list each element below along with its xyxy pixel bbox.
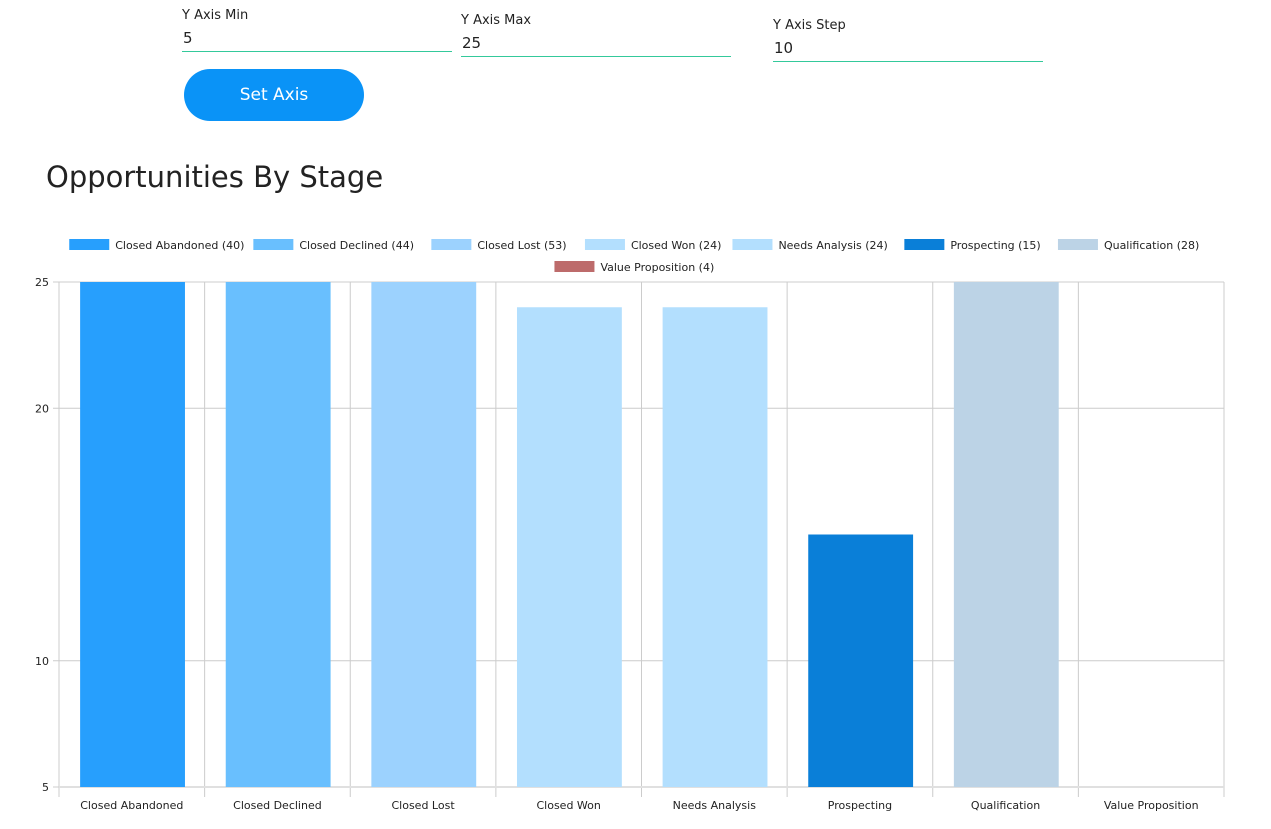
y-axis: 5 10 20 25 [35,276,49,794]
x-tick-label: Closed Declined [233,799,322,812]
set-axis-button[interactable]: Set Axis [184,69,364,121]
y-axis-min-label: Y Axis Min [182,8,249,23]
x-tick-label: Needs Analysis [673,799,757,812]
y-axis-step-input[interactable] [773,37,1043,62]
y-axis-step-field: Y Axis Step [773,18,1043,62]
legend-item[interactable]: Qualification (28) [1057,239,1199,252]
y-tick-label: 25 [35,276,49,289]
legend-item[interactable]: Prospecting (15) [904,239,1041,252]
legend-swatch [1057,239,1098,250]
x-axis: Closed Abandoned Closed Declined Closed Lo… [80,799,1198,812]
legend-item[interactable]: Closed Abandoned (40) [69,239,244,252]
y-axis-min-input[interactable] [182,27,452,52]
x-tick-label: Closed Abandoned [80,799,183,812]
x-tick-label: Value Proposition [1104,799,1199,812]
legend-label: Closed Lost (53) [477,239,566,252]
legend-label: Prospecting (15) [950,239,1040,252]
legend-label: Needs Analysis (24) [778,239,887,252]
bar-closed-declined[interactable] [225,282,331,787]
bar-qualification[interactable] [953,282,1059,787]
y-axis-step-label: Y Axis Step [773,18,846,33]
legend-label: Closed Declined (44) [299,239,414,252]
y-tick-label: 20 [35,402,49,415]
legend-item[interactable]: Value Proposition (4) [554,261,714,274]
bar-prospecting[interactable] [808,534,914,788]
legend-label: Value Proposition (4) [600,261,714,274]
legend-swatch [904,239,945,250]
x-tick-label: Prospecting [828,799,892,812]
chart-legend: Closed Abandoned (40) Closed Declined (44… [69,239,1199,274]
legend-item[interactable]: Needs Analysis (24) [732,239,888,252]
chart-title: Opportunities By Stage [46,160,384,194]
bar-needs-analysis[interactable] [662,307,768,787]
legend-item[interactable]: Closed Lost (53) [431,239,567,252]
y-tick-label: 10 [35,655,49,668]
y-tick-label: 5 [42,781,49,794]
y-axis-max-field: Y Axis Max [461,13,731,57]
y-axis-max-label: Y Axis Max [461,13,532,28]
legend-swatch [431,239,472,250]
x-tick-label: Closed Lost [391,799,455,812]
bar-closed-lost[interactable] [371,282,477,787]
legend-label: Closed Won (24) [631,239,721,252]
legend-label: Closed Abandoned (40) [115,239,244,252]
bar-closed-abandoned[interactable] [80,282,185,787]
bar-chart: Closed Abandoned (40) Closed Declined (44… [35,239,1225,812]
x-tick-label: Closed Won [536,799,600,812]
legend-swatch [732,239,773,250]
bar-closed-won[interactable] [516,307,622,787]
y-axis-min-field: Y Axis Min [182,8,452,52]
y-axis-max-input[interactable] [461,32,731,57]
chart-bars [80,282,1059,787]
legend-swatch [554,261,595,272]
legend-item[interactable]: Closed Won (24) [584,239,721,252]
legend-swatch [584,239,625,250]
legend-item[interactable]: Closed Declined (44) [253,239,414,252]
x-tick-label: Qualification [971,799,1040,812]
legend-label: Qualification (28) [1104,239,1199,252]
legend-swatch [253,239,294,250]
legend-swatch [69,239,110,250]
